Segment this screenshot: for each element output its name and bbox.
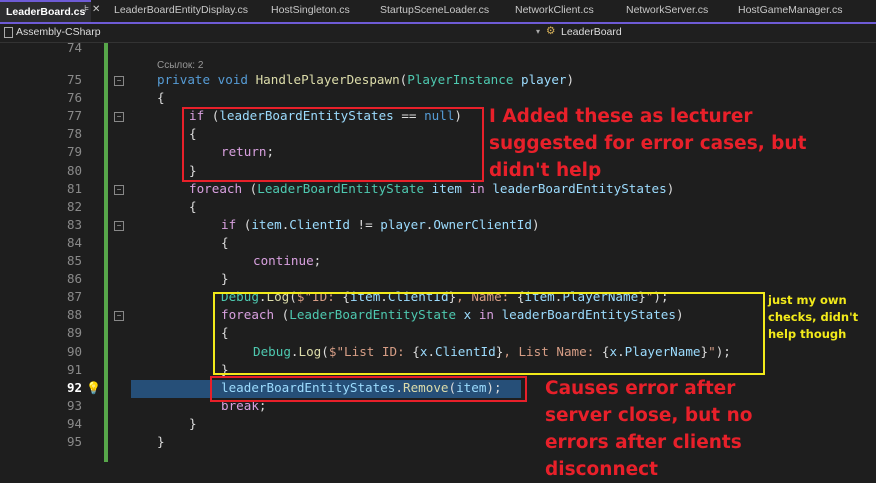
annotation-note-3: Causes error after server close, but no … [545,378,753,480]
code-token: item [424,180,470,196]
line-number: 79 [66,144,82,160]
code-line: { [189,199,197,214]
annotation-box-debug [213,292,765,375]
tab-leaderboardentitydisplay[interactable]: LeaderBoardEntityDisplay.cs [114,4,248,16]
line-number: 93 [66,397,82,413]
code-line: } [189,416,197,431]
fold-toggle-icon[interactable]: − [114,76,124,86]
code-line: private void HandlePlayerDespawn(PlayerI… [157,72,574,87]
code-token: ClientId [289,216,350,232]
tab-leaderboard[interactable]: LeaderBoard.cs [0,0,92,22]
code-token: { [221,234,229,250]
line-number: 75 [66,72,82,87]
code-line: } [221,271,229,286]
code-line: { [157,90,165,105]
code-line: continue; [253,253,321,268]
chevron-down-icon[interactable]: ▾ [536,27,540,36]
tab-networkclient[interactable]: NetworkClient.cs [515,4,594,16]
line-number: 83 [66,216,82,232]
code-token: } [189,415,197,431]
code-token: LeaderBoardEntityState [257,180,425,196]
tab-bar: LeaderBoard.cs ⊧ ✕ LeaderBoardEntityDispl… [0,0,876,24]
fold-toggle-icon[interactable]: − [114,311,124,322]
line-number: 92 [66,379,82,395]
annotation-box-remove [210,376,527,402]
project-icon [4,27,13,38]
code-token: } [157,434,165,449]
line-number: 81 [66,180,82,196]
line-number: 80 [66,162,82,178]
line-number: 90 [66,343,82,359]
line-number: 84 [66,234,82,250]
code-token: private [157,72,218,87]
code-token: HandlePlayerDespawn [255,72,400,87]
navigation-bar: Assembly-CSharp ▾ ⚙ LeaderBoard [0,24,876,43]
line-number: 76 [66,90,82,106]
code-token: item [251,216,282,232]
tab-networkserver[interactable]: NetworkServer.cs [626,4,708,16]
code-line: { [221,235,229,250]
fold-toggle-icon[interactable]: − [114,184,124,195]
line-number: 94 [66,415,82,431]
tab-hostsingleton[interactable]: HostSingleton.cs [271,4,350,16]
line-number: 74 [66,40,82,55]
pin-close-icon[interactable]: ⊧ ✕ [84,4,100,15]
code-token: void [217,72,256,87]
codelens-references[interactable]: Ссылок: 2 [157,60,203,71]
lightbulb-icon[interactable]: 💡 [86,381,101,395]
code-token: ) [566,72,575,87]
line-number: 87 [66,289,82,305]
code-token: } [221,271,229,287]
code-token: foreach [189,180,250,196]
line-number: 86 [66,271,82,287]
annotation-box-null-check [182,107,484,182]
code-token: ; [313,253,322,268]
code-token: player [380,216,426,232]
code-line: } [157,434,165,449]
line-number: 95 [66,434,82,449]
code-token: ) [531,216,540,232]
annotation-note-1: I Added these as lecturer suggested for … [489,106,807,181]
line-number: 91 [66,361,82,377]
annotation-note-2: just my own checks, didn't help though [768,293,859,341]
project-dropdown[interactable]: Assembly-CSharp [16,26,101,38]
line-number: 78 [66,126,82,142]
change-bar [104,43,108,462]
line-number: 89 [66,325,82,341]
code-token: OwnerClientId [433,216,532,232]
code-token: if [221,216,244,232]
code-token: { [157,90,165,106]
code-token: continue [253,253,314,268]
member-dropdown[interactable]: LeaderBoard [561,26,622,38]
tab-startupsceneloader[interactable]: StartupSceneLoader.cs [380,4,489,16]
line-number: 85 [66,253,82,268]
code-token: PlayerInstance [407,72,514,87]
code-token: player [513,72,567,87]
class-icon: ⚙ [546,25,556,37]
fold-toggle-icon[interactable]: − [114,220,124,231]
line-number: 82 [66,198,82,214]
line-number: 77 [66,108,82,124]
code-line: if (item.ClientId != player.OwnerClientI… [221,217,540,232]
line-number: 88 [66,307,82,323]
tab-hostgamemanager[interactable]: HostGameManager.cs [738,4,842,16]
code-token: != [349,216,381,232]
fold-toggle-icon[interactable]: − [114,112,124,123]
code-token: { [189,198,197,214]
